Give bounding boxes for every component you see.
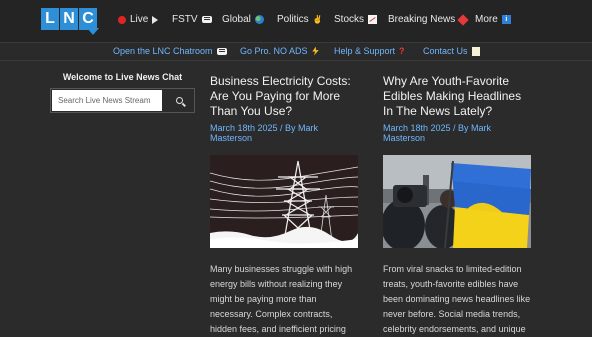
nav-item-fstv-label: FSTV — [172, 14, 198, 25]
nav-item-live-label: Live — [130, 14, 149, 25]
article-meta[interactable]: March 18th 2025 / By Mark Masterson — [210, 123, 360, 143]
logo-letter-l: L — [41, 8, 59, 30]
lightning-icon — [312, 46, 319, 56]
article-excerpt: Many businesses struggle with high energ… — [210, 264, 353, 334]
search-input[interactable] — [52, 90, 162, 111]
burst-icon — [457, 13, 469, 26]
chat-bubble-icon — [216, 47, 227, 55]
play-icon — [152, 15, 159, 24]
nav-item-more[interactable]: More i — [475, 14, 511, 25]
note-icon — [471, 46, 480, 56]
article-excerpt: From viral snacks to limited-edition tre… — [383, 264, 531, 334]
search-widget — [50, 88, 195, 113]
nav-item-stocks[interactable]: Stocks — [334, 14, 378, 25]
article-image-flag-rally[interactable] — [383, 155, 531, 248]
article-card: Why Are Youth-Favorite Edibles Making He… — [383, 74, 533, 337]
search-icon — [175, 97, 183, 104]
logo-letter-c: C — [79, 8, 97, 30]
article-title[interactable]: Business Electricity Costs: Are You Payi… — [210, 74, 360, 119]
top-navigation-bar: L N C Live FSTV Global Politics ✌ Stocks… — [0, 0, 592, 43]
flag-rally-photo — [383, 155, 531, 248]
subnav-link-chatroom-label: Open the LNC Chatroom — [113, 46, 213, 56]
nav-item-politics-label: Politics — [277, 14, 309, 25]
power-tower-illustration — [210, 155, 358, 248]
search-button[interactable] — [164, 90, 194, 111]
article-meta[interactable]: March 18th 2025 / By Mark Masterson — [383, 123, 533, 143]
globe-icon — [254, 15, 264, 24]
subnav-link-contact[interactable]: Contact Us — [423, 46, 480, 56]
nav-item-live[interactable]: Live — [118, 14, 159, 25]
nav-item-fstv[interactable]: FSTV — [172, 14, 212, 25]
lnc-logo[interactable]: L N C — [41, 8, 99, 35]
article-image-power-lines[interactable] — [210, 155, 358, 248]
logo-speech-tail — [87, 28, 99, 35]
subnav-link-go-pro-label: Go Pro. NO ADS — [240, 46, 308, 56]
secondary-navigation-bar: Open the LNC Chatroom Go Pro. NO ADS Hel… — [0, 43, 592, 61]
nav-item-politics[interactable]: Politics ✌ — [277, 14, 323, 25]
chart-icon — [368, 15, 378, 24]
logo-letter-n: N — [60, 8, 78, 30]
article-card: Business Electricity Costs: Are You Payi… — [210, 74, 360, 337]
subnav-link-help-label: Help & Support — [334, 46, 396, 56]
article-title[interactable]: Why Are Youth-Favorite Edibles Making He… — [383, 74, 533, 119]
chat-bubble-icon — [201, 16, 212, 23]
subnav-link-go-pro[interactable]: Go Pro. NO ADS — [240, 46, 320, 56]
nav-item-breaking-news[interactable]: Breaking News — [388, 13, 469, 26]
v-hand-icon: ✌ — [312, 14, 323, 24]
nav-item-global[interactable]: Global — [222, 14, 264, 25]
nav-item-stocks-label: Stocks — [334, 14, 365, 25]
live-dot-icon — [118, 15, 126, 24]
subnav-link-chatroom[interactable]: Open the LNC Chatroom — [113, 46, 227, 56]
info-icon: i — [501, 15, 511, 24]
subnav-link-help[interactable]: Help & Support ? — [334, 46, 405, 56]
question-icon: ? — [399, 46, 405, 56]
nav-item-breaking-news-label: Breaking News — [388, 14, 456, 25]
nav-item-global-label: Global — [222, 14, 251, 25]
nav-item-more-label: More — [475, 14, 498, 25]
subnav-link-contact-label: Contact Us — [423, 46, 468, 56]
sidebar-title: Welcome to Live News Chat — [62, 72, 183, 82]
